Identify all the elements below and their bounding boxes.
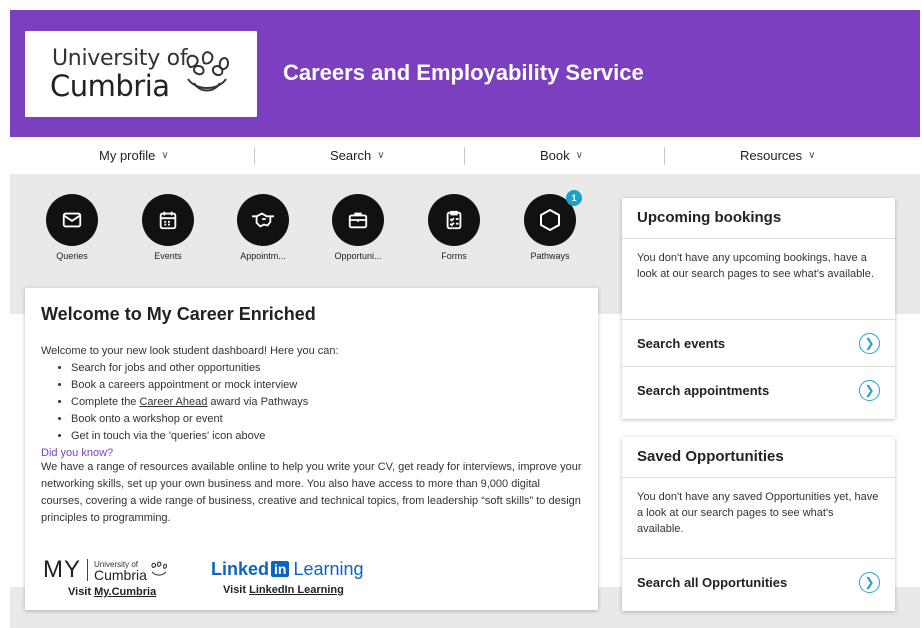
chevron-down-icon: ∨ <box>575 150 583 161</box>
nav-label: My profile <box>99 148 156 163</box>
saved-opportunities-card: Saved Opportunities You don't have any s… <box>622 437 895 611</box>
nav-divider <box>254 147 255 165</box>
chevron-right-icon: ❯ <box>859 379 880 401</box>
link-label: Search events <box>637 335 726 351</box>
visit-prefix: Visit <box>68 586 95 598</box>
chevron-right-icon: ❯ <box>859 571 880 593</box>
quick-link-opportunities[interactable]: Opportuni... <box>323 194 393 261</box>
nav-resources[interactable]: Resources ∨ <box>740 148 815 163</box>
search-events-link[interactable]: Search events ❯ <box>622 319 895 366</box>
clipboard-icon <box>428 194 480 246</box>
saved-opportunities-title: Saved Opportunities <box>622 437 895 478</box>
envelope-icon <box>46 194 98 246</box>
nav-label: Resources <box>740 148 803 163</box>
linkedin-in-box: in <box>271 561 290 577</box>
list-item: Book onto a workshop or event <box>71 411 582 428</box>
site-title: Careers and Employability Service <box>283 60 644 85</box>
did-you-know-heading: Did you know? <box>41 447 114 459</box>
quick-link-events[interactable]: Events <box>133 194 203 261</box>
quick-link-label: Queries <box>56 251 88 261</box>
linkedin-learning-logo: Linked in Learning <box>211 556 381 582</box>
linkedin-learning-link[interactable]: LinkedIn Learning <box>249 584 344 596</box>
my-cumbria-logo: MY University of Cumbria <box>43 556 183 584</box>
quick-link-pathways[interactable]: 1 Pathways <box>515 190 585 261</box>
career-ahead-link[interactable]: Career Ahead <box>139 396 207 408</box>
main-nav: My profile ∨ Search ∨ Book ∨ Resources ∨ <box>10 137 920 174</box>
chevron-right-icon: ❯ <box>859 332 880 354</box>
visit-prefix: Visit <box>223 584 250 596</box>
nav-book[interactable]: Book ∨ <box>540 148 583 163</box>
leaf-logo-icon <box>186 51 230 92</box>
quick-link-label: Events <box>154 251 182 261</box>
nav-my-profile[interactable]: My profile ∨ <box>99 148 169 163</box>
visit-my-cumbria: Visit My.Cumbria <box>43 586 183 598</box>
nav-label: Book <box>540 148 570 163</box>
quick-link-label: Opportuni... <box>334 251 382 261</box>
mini-uni-line2: Cumbria <box>94 567 147 583</box>
did-you-know-body: We have a range of resources available o… <box>41 461 582 524</box>
my-wordmark: MY <box>43 556 81 583</box>
visit-linkedin: Visit LinkedIn Learning <box>211 584 381 596</box>
welcome-intro: Welcome to your new look student dashboa… <box>41 345 339 357</box>
saved-opportunities-body: You don't have any saved Opportunities y… <box>637 491 879 535</box>
handshake-icon <box>237 194 289 246</box>
welcome-list: Search for jobs and other opportunities … <box>71 360 582 445</box>
list-item: Get in touch via the 'queries' icon abov… <box>71 428 582 445</box>
list-item: Search for jobs and other opportunities <box>71 360 582 377</box>
list-text: award via Pathways <box>207 396 309 408</box>
welcome-title: Welcome to My Career Enriched <box>41 304 316 324</box>
linkedin-wordmark: Linked <box>211 558 270 579</box>
link-label: Search all Opportunities <box>637 574 788 590</box>
quick-link-queries[interactable]: Queries <box>37 194 107 261</box>
nav-divider <box>664 147 665 165</box>
university-logo[interactable]: University of Cumbria <box>25 31 257 117</box>
upcoming-bookings-body: You don't have any upcoming bookings, ha… <box>637 252 874 280</box>
chevron-down-icon: ∨ <box>808 150 816 161</box>
learning-wordmark: Learning <box>293 558 364 579</box>
divider <box>87 559 88 581</box>
quick-link-forms[interactable]: Forms <box>419 194 489 261</box>
quick-link-appointments[interactable]: Appointm... <box>228 194 298 261</box>
briefcase-icon <box>332 194 384 246</box>
hexagon-icon: 1 <box>524 190 582 246</box>
my-cumbria-link[interactable]: My.Cumbria <box>94 586 156 598</box>
nav-search[interactable]: Search ∨ <box>330 148 385 163</box>
link-label: Search appointments <box>637 382 770 398</box>
logo-text-line1: University of <box>52 46 188 71</box>
list-text: Complete the <box>71 396 140 408</box>
list-item: Book a careers appointment or mock inter… <box>71 377 582 394</box>
upcoming-bookings-card: Upcoming bookings You don't have any upc… <box>622 198 895 419</box>
leaf-logo-icon <box>151 561 168 576</box>
quick-link-label: Pathways <box>530 251 570 261</box>
calendar-icon <box>142 194 194 246</box>
linkedin-learning-block[interactable]: Linked in Learning Visit LinkedIn Learni… <box>211 556 381 597</box>
mini-uni-logo: University of Cumbria <box>94 560 147 583</box>
quick-link-label: Appointm... <box>240 251 286 261</box>
chevron-down-icon: ∨ <box>161 150 169 161</box>
logo-text-line2: Cumbria <box>50 69 170 103</box>
welcome-card: Welcome to My Career Enriched Welcome to… <box>25 288 598 610</box>
nav-label: Search <box>330 148 372 163</box>
list-item: Complete the Career Ahead award via Path… <box>71 394 582 411</box>
search-appointments-link[interactable]: Search appointments ❯ <box>622 366 895 413</box>
my-cumbria-block[interactable]: MY University of Cumbria Visit My.Cumbri… <box>43 556 183 598</box>
notification-badge: 1 <box>566 190 582 206</box>
search-all-opportunities-link[interactable]: Search all Opportunities ❯ <box>622 558 895 605</box>
quick-link-label: Forms <box>441 251 467 261</box>
chevron-down-icon: ∨ <box>377 150 385 161</box>
upcoming-bookings-title: Upcoming bookings <box>622 198 895 239</box>
nav-divider <box>464 147 465 165</box>
